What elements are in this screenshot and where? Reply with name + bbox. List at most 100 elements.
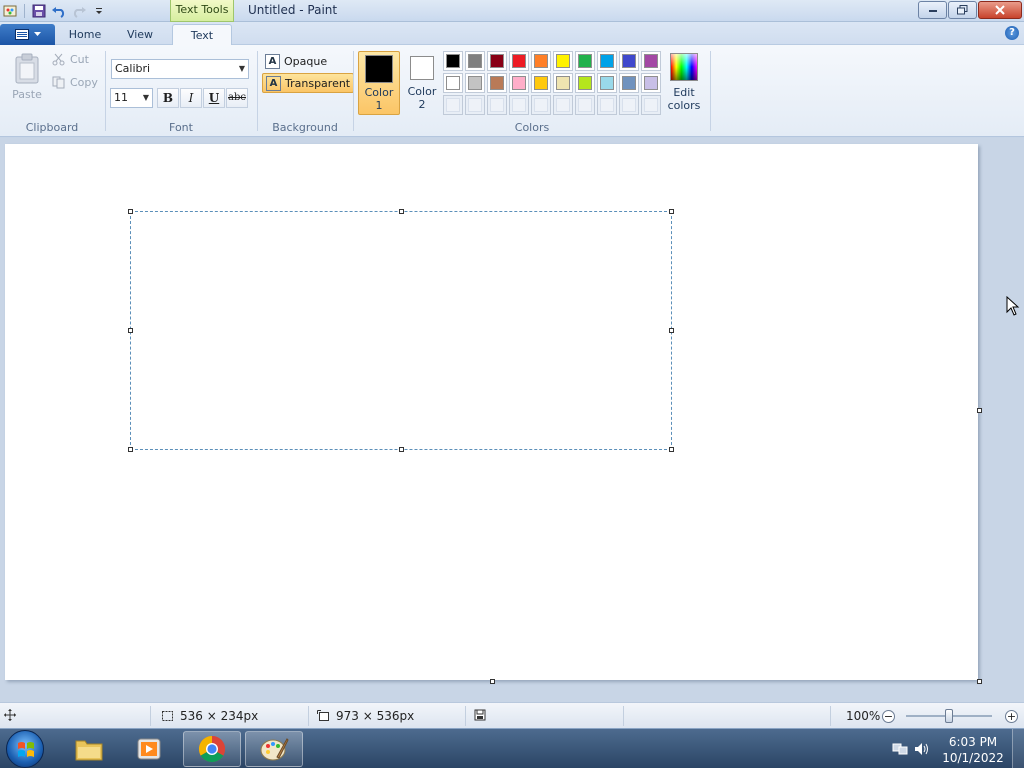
volume-icon[interactable] <box>914 742 930 756</box>
color2-button[interactable]: Color 2 <box>401 51 443 115</box>
palette-color-swatch[interactable] <box>575 73 595 93</box>
close-icon <box>995 5 1005 15</box>
italic-button[interactable]: I <box>180 88 202 108</box>
zoom-level: 100% <box>846 709 881 723</box>
palette-custom-slot[interactable] <box>641 95 661 115</box>
font-group: Calibri ▼ 11 ▼ B I U abc Font <box>106 45 256 137</box>
customize-qat-icon[interactable] <box>91 3 107 19</box>
palette-color-swatch[interactable] <box>509 51 529 71</box>
tab-text[interactable]: Text <box>172 24 232 46</box>
palette-custom-slot[interactable] <box>465 95 485 115</box>
tab-view[interactable]: View <box>116 24 164 45</box>
canvas-size-value: 973 × 536px <box>336 709 415 723</box>
resize-handle[interactable] <box>399 209 404 214</box>
bold-button[interactable]: B <box>157 88 179 108</box>
help-icon[interactable]: ? <box>1005 26 1019 40</box>
palette-color-swatch[interactable] <box>443 73 463 93</box>
underline-button[interactable]: U <box>203 88 225 108</box>
palette-custom-slot[interactable] <box>509 95 529 115</box>
tab-home[interactable]: Home <box>60 24 110 45</box>
canvas-resize-handle-right[interactable] <box>977 408 982 413</box>
palette-custom-slot[interactable] <box>487 95 507 115</box>
palette-color-swatch[interactable] <box>619 73 639 93</box>
palette-color-swatch[interactable] <box>443 51 463 71</box>
redo-icon[interactable] <box>71 3 87 19</box>
restore-button[interactable] <box>948 1 977 19</box>
chevron-down-icon <box>33 32 41 36</box>
drawing-canvas[interactable] <box>5 144 978 680</box>
palette-custom-slot[interactable] <box>531 95 551 115</box>
palette-color-swatch[interactable] <box>641 51 661 71</box>
palette-color-swatch[interactable] <box>575 51 595 71</box>
zoom-in-button[interactable]: + <box>1005 710 1018 723</box>
palette-color-swatch[interactable] <box>597 73 617 93</box>
taskbar-chrome[interactable] <box>183 731 241 767</box>
edit-colors-button[interactable]: Edit colors <box>664 51 704 112</box>
save-icon[interactable] <box>31 3 47 19</box>
taskbar-paint[interactable] <box>245 731 303 767</box>
palette-color-swatch[interactable] <box>553 51 573 71</box>
palette-color-swatch[interactable] <box>465 73 485 93</box>
window-title: Untitled - Paint <box>248 3 338 17</box>
color1-button[interactable]: Color 1 <box>358 51 400 115</box>
palette-custom-slot[interactable] <box>443 95 463 115</box>
paint-app-icon[interactable] <box>2 3 18 19</box>
resize-handle[interactable] <box>669 447 674 452</box>
close-button[interactable] <box>978 1 1022 19</box>
font-size-select[interactable]: 11 ▼ <box>110 88 153 108</box>
palette-custom-slot[interactable] <box>597 95 617 115</box>
palette-color-swatch[interactable] <box>531 51 551 71</box>
zoom-out-button[interactable]: − <box>882 710 895 723</box>
resize-handle[interactable] <box>669 209 674 214</box>
minimize-button[interactable] <box>918 1 947 19</box>
resize-handle[interactable] <box>128 447 133 452</box>
resize-handle[interactable] <box>669 328 674 333</box>
transparent-button[interactable]: A Transparent <box>262 73 355 93</box>
opaque-button[interactable]: A Opaque <box>262 51 330 71</box>
palette-color-swatch[interactable] <box>597 51 617 71</box>
palette-swatch-fill <box>556 54 570 68</box>
palette-color-swatch[interactable] <box>487 73 507 93</box>
taskbar-explorer[interactable] <box>60 731 118 767</box>
palette-custom-slot[interactable] <box>553 95 573 115</box>
mouse-cursor-icon <box>1006 296 1020 316</box>
start-button[interactable] <box>6 730 44 768</box>
canvas-resize-handle-bottom[interactable] <box>490 679 495 684</box>
network-icon[interactable] <box>892 742 908 756</box>
palette-color-swatch[interactable] <box>487 51 507 71</box>
cut-button[interactable]: Cut <box>52 53 89 66</box>
resize-handle[interactable] <box>128 209 133 214</box>
resize-handle[interactable] <box>128 328 133 333</box>
taskbar-media-player[interactable] <box>120 731 178 767</box>
canvas-resize-handle-corner[interactable] <box>977 679 982 684</box>
paste-button[interactable]: Paste <box>10 53 44 101</box>
copy-icon <box>52 76 65 89</box>
show-desktop-button[interactable] <box>1012 729 1024 768</box>
palette-color-swatch[interactable] <box>509 73 529 93</box>
font-family-select[interactable]: Calibri ▼ <box>111 59 249 79</box>
paint-menu-button[interactable] <box>0 24 55 45</box>
palette-color-swatch[interactable] <box>531 73 551 93</box>
quick-access-toolbar <box>2 2 107 20</box>
ribbon: Paste Cut Copy Clipboard Calibri ▼ 11 ▼ … <box>0 45 1024 137</box>
canvas-workspace <box>0 138 1024 702</box>
copy-button[interactable]: Copy <box>52 76 98 89</box>
window-controls <box>918 1 1022 19</box>
palette-color-swatch[interactable] <box>619 51 639 71</box>
zoom-slider-thumb[interactable] <box>945 709 953 723</box>
system-clock[interactable]: 6:03 PM 10/1/2022 <box>940 734 1006 766</box>
color1-label: Color <box>364 86 394 99</box>
palette-color-swatch[interactable] <box>641 73 661 93</box>
palette-swatch-fill <box>556 76 570 90</box>
palette-custom-slot[interactable] <box>619 95 639 115</box>
text-selection-box[interactable] <box>128 209 674 452</box>
palette-color-swatch[interactable] <box>553 73 573 93</box>
undo-icon[interactable] <box>51 3 67 19</box>
palette-color-swatch[interactable] <box>465 51 485 71</box>
palette-custom-slot[interactable] <box>575 95 595 115</box>
chrome-icon <box>198 735 226 763</box>
selection-icon <box>162 711 173 721</box>
resize-handle[interactable] <box>399 447 404 452</box>
color2-label: Color <box>407 85 437 98</box>
strikethrough-button[interactable]: abc <box>226 88 248 108</box>
